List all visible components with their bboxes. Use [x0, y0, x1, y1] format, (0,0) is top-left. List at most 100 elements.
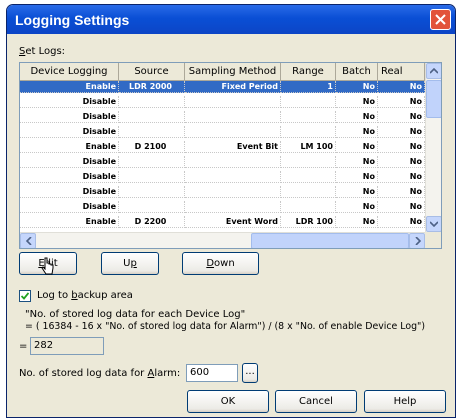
cell-device-logging[interactable]: Disable: [20, 171, 119, 183]
cell-real-time[interactable]: No: [378, 141, 425, 153]
cell-device-logging[interactable]: Enable: [20, 81, 119, 93]
ok-button[interactable]: OK: [187, 390, 269, 413]
cell-real-time[interactable]: No: [378, 126, 425, 138]
column-header-device-logging[interactable]: Device Logging: [20, 63, 119, 80]
cell-source[interactable]: [119, 126, 185, 138]
table-row[interactable]: Enable LDR 2000 Fixed Period 1 No No: [20, 81, 425, 93]
cell-range[interactable]: LM 100: [281, 141, 336, 153]
cell-sampling-method[interactable]: [185, 201, 281, 213]
table-row[interactable]: Enable D 2100 Event Bit LM 100 No No: [20, 141, 425, 153]
cell-sampling-method[interactable]: [185, 96, 281, 108]
cell-source[interactable]: [119, 96, 185, 108]
title-bar[interactable]: Logging Settings: [7, 5, 455, 34]
cell-source[interactable]: [119, 201, 185, 213]
table-row[interactable]: Disable No No: [20, 126, 425, 138]
cell-real-time[interactable]: No: [378, 216, 425, 228]
browse-button[interactable]: ...: [242, 363, 258, 383]
cell-range[interactable]: [281, 156, 336, 168]
horizontal-scroll-thumb[interactable]: [251, 233, 409, 248]
vertical-scrollbar[interactable]: [425, 63, 441, 232]
horizontal-scrollbar[interactable]: [20, 232, 425, 248]
table-row[interactable]: Disable No No: [20, 201, 425, 213]
cell-device-logging[interactable]: Disable: [20, 96, 119, 108]
cell-device-logging[interactable]: Enable: [20, 141, 119, 153]
cell-sampling-method[interactable]: Event Bit: [185, 141, 281, 153]
scroll-down-button[interactable]: [426, 216, 441, 232]
cell-source[interactable]: D 2200: [119, 216, 185, 228]
cell-source[interactable]: [119, 186, 185, 198]
cell-batch[interactable]: No: [336, 111, 378, 123]
cell-range[interactable]: [281, 111, 336, 123]
cell-range[interactable]: [281, 126, 336, 138]
column-header-source[interactable]: Source: [119, 63, 185, 80]
table-row[interactable]: Disable No No: [20, 96, 425, 108]
cell-range[interactable]: 1: [281, 81, 336, 93]
up-button[interactable]: Up: [101, 252, 159, 275]
scroll-up-button[interactable]: [426, 63, 441, 79]
alarm-label: No. of stored log data for Alarm:: [19, 368, 181, 379]
table-row[interactable]: Disable No No: [20, 156, 425, 168]
cell-source[interactable]: D 2100: [119, 141, 185, 153]
column-header-sampling-method[interactable]: Sampling Method: [185, 63, 281, 80]
cell-device-logging[interactable]: Disable: [20, 201, 119, 213]
cell-source[interactable]: LDR 2000: [119, 81, 185, 93]
cell-sampling-method[interactable]: [185, 171, 281, 183]
cell-batch[interactable]: No: [336, 186, 378, 198]
table-row[interactable]: Disable No No: [20, 186, 425, 198]
cancel-button[interactable]: Cancel: [275, 390, 357, 413]
checkmark-icon: [21, 292, 29, 300]
vertical-scroll-thumb[interactable]: [426, 80, 441, 118]
cell-sampling-method[interactable]: Fixed Period: [185, 81, 281, 93]
cell-real-time[interactable]: No: [378, 111, 425, 123]
cell-sampling-method[interactable]: Event Word: [185, 216, 281, 228]
alarm-count-input[interactable]: 600: [186, 364, 238, 382]
cell-batch[interactable]: No: [336, 96, 378, 108]
cell-sampling-method[interactable]: [185, 111, 281, 123]
cell-device-logging[interactable]: Disable: [20, 186, 119, 198]
cell-source[interactable]: [119, 111, 185, 123]
cell-device-logging[interactable]: Enable: [20, 216, 119, 228]
formula-line-2: = ( 16384 - 16 x "No. of stored log data…: [25, 321, 426, 332]
cell-source[interactable]: [119, 171, 185, 183]
cell-batch[interactable]: No: [336, 81, 378, 93]
cell-range[interactable]: [281, 96, 336, 108]
cell-batch[interactable]: No: [336, 156, 378, 168]
scroll-right-button[interactable]: [409, 233, 425, 248]
cell-range[interactable]: LDR 100: [281, 216, 336, 228]
cell-source[interactable]: [119, 156, 185, 168]
close-button[interactable]: [430, 9, 451, 30]
scroll-left-button[interactable]: [20, 233, 36, 248]
cell-batch[interactable]: No: [336, 201, 378, 213]
backup-checkbox-label[interactable]: Log to backup area: [37, 290, 133, 301]
cell-range[interactable]: [281, 186, 336, 198]
cell-device-logging[interactable]: Disable: [20, 111, 119, 123]
cell-real-time[interactable]: No: [378, 171, 425, 183]
column-header-batch[interactable]: Batch: [336, 63, 378, 80]
cell-range[interactable]: [281, 201, 336, 213]
backup-checkbox[interactable]: [19, 290, 31, 302]
device-log-table[interactable]: Device Logging Source Sampling Method Ra…: [19, 62, 442, 249]
cell-batch[interactable]: No: [336, 141, 378, 153]
cell-real-time[interactable]: No: [378, 156, 425, 168]
cell-batch[interactable]: No: [336, 126, 378, 138]
down-button[interactable]: Down: [182, 252, 259, 275]
cell-real-time[interactable]: No: [378, 186, 425, 198]
table-row[interactable]: Disable No No: [20, 171, 425, 183]
cell-device-logging[interactable]: Disable: [20, 126, 119, 138]
cell-real-time[interactable]: No: [378, 201, 425, 213]
help-button[interactable]: Help: [364, 390, 446, 413]
table-row[interactable]: Disable No No: [20, 111, 425, 123]
cell-range[interactable]: [281, 171, 336, 183]
cell-batch[interactable]: No: [336, 171, 378, 183]
table-row[interactable]: Enable D 2200 Event Word LDR 100 No No: [20, 216, 425, 228]
cell-real-time[interactable]: No: [378, 96, 425, 108]
cell-batch[interactable]: No: [336, 216, 378, 228]
cell-sampling-method[interactable]: [185, 156, 281, 168]
cell-device-logging[interactable]: Disable: [20, 156, 119, 168]
column-header-real-time[interactable]: Real Time: [378, 63, 425, 94]
column-header-range[interactable]: Range: [281, 63, 336, 80]
cell-sampling-method[interactable]: [185, 126, 281, 138]
cell-sampling-method[interactable]: [185, 186, 281, 198]
formula-result-field: 282: [30, 337, 104, 355]
cell-real-time[interactable]: No: [378, 81, 425, 93]
